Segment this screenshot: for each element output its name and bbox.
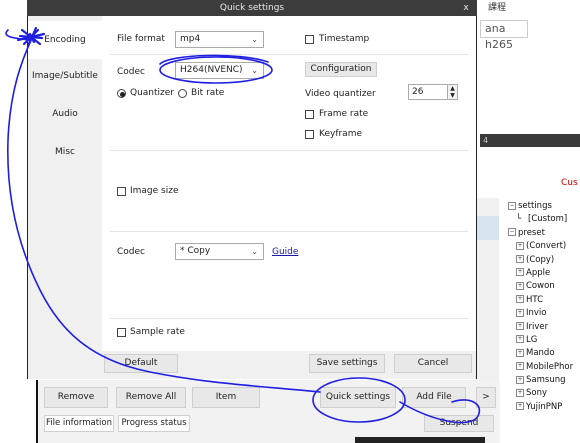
annotation-overlay [5,26,481,424]
connector-line-tail [399,399,481,424]
circle-quick-settings-annotation [312,377,406,423]
connector-line [7,37,321,393]
circle-codec-annotation [159,56,273,84]
scribble-mark [16,26,46,48]
